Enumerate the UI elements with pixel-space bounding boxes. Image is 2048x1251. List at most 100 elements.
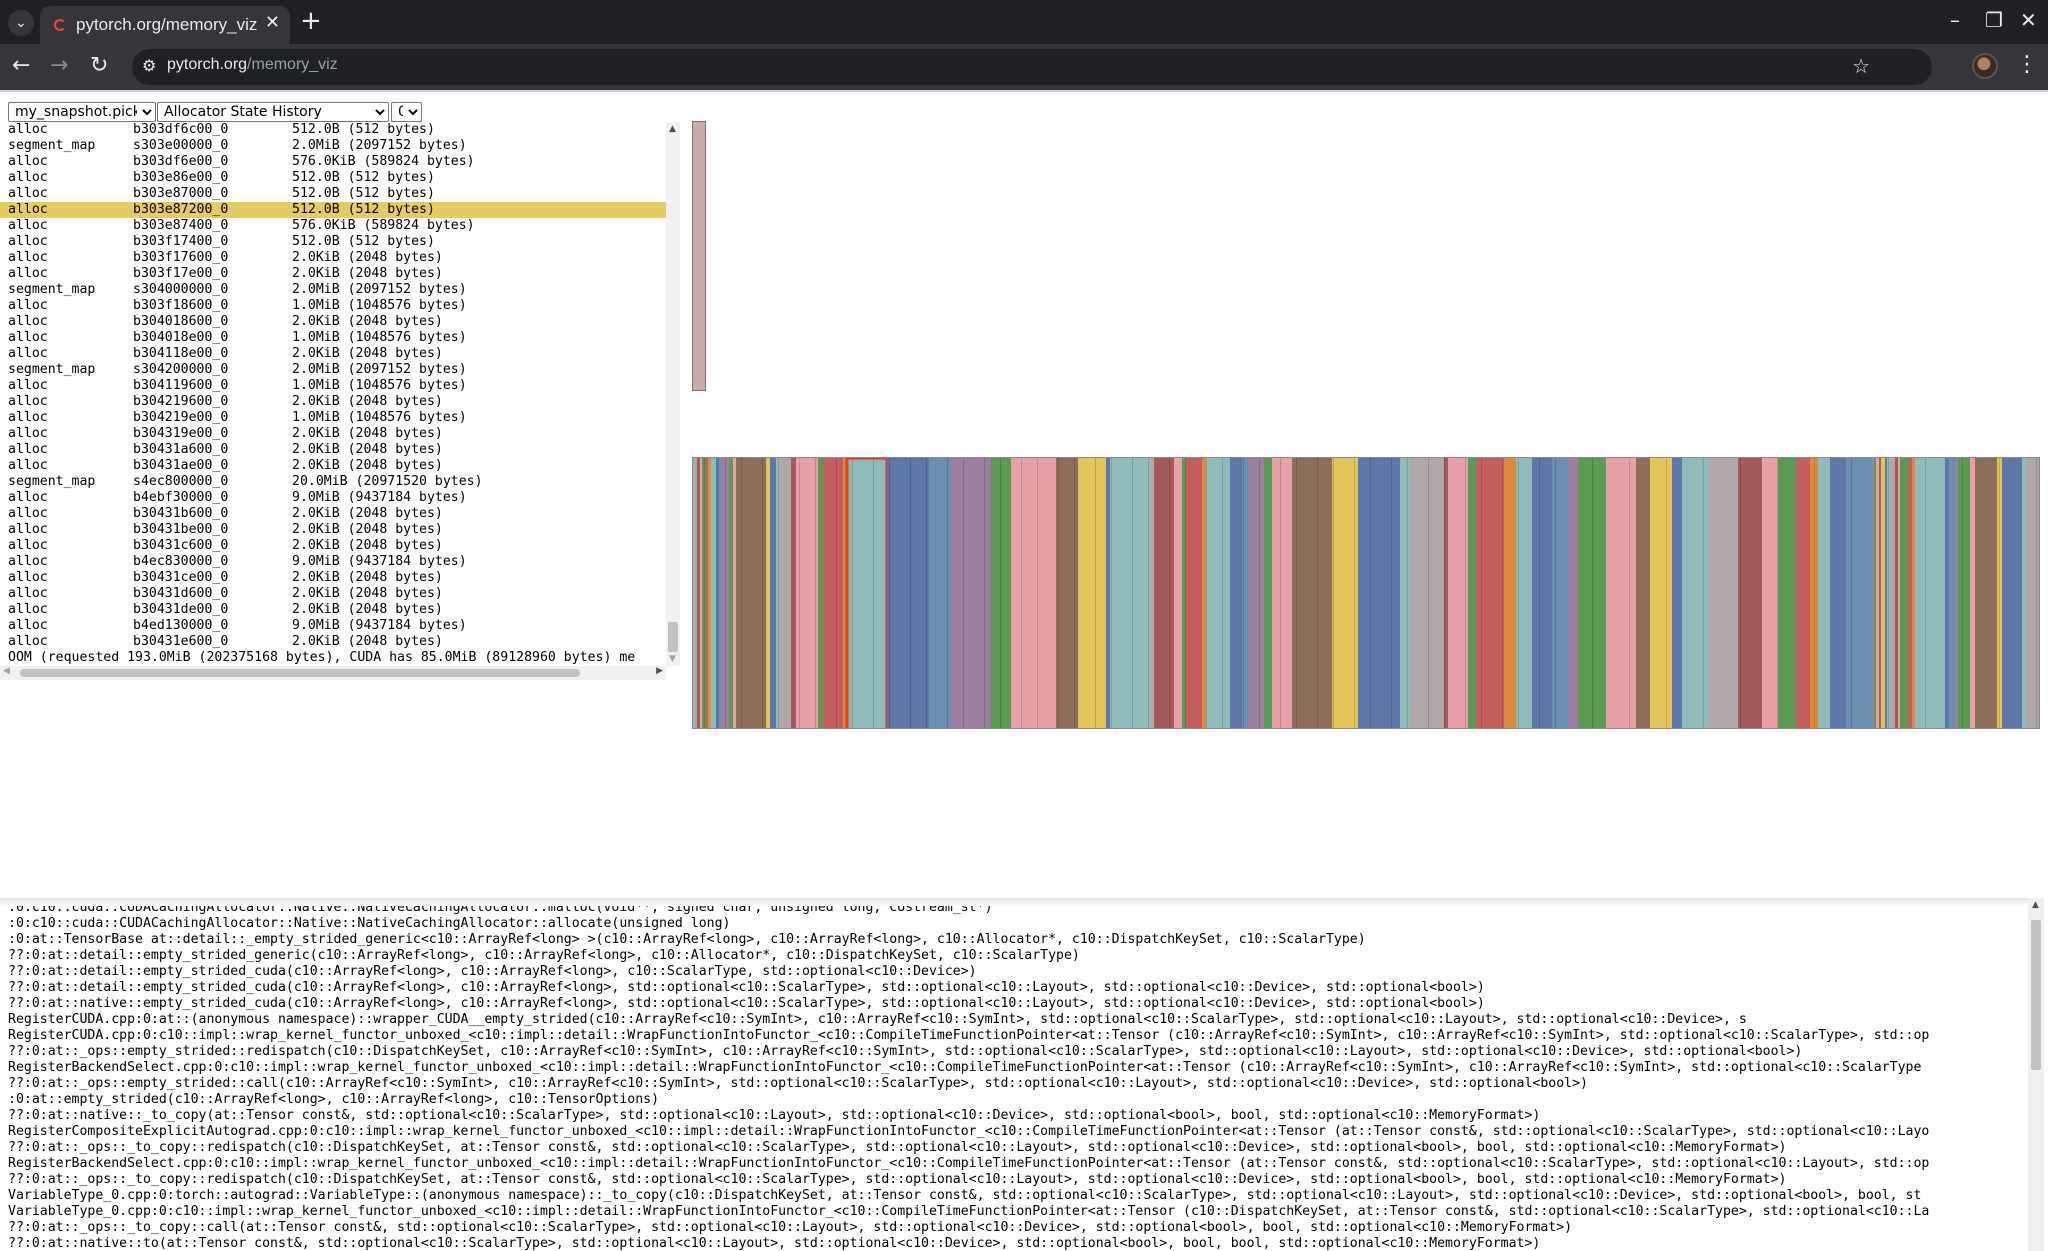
scroll-up-icon[interactable]: ▲ <box>669 124 676 134</box>
scroll-up-icon[interactable]: ▲ <box>2032 900 2039 910</box>
memory-block[interactable] <box>1708 458 1738 729</box>
event-row[interactable]: alloc b303f18600_0 1.0MiB (1048576 bytes) <box>0 298 666 314</box>
reload-icon[interactable]: ↻ <box>90 53 108 78</box>
segment-blocks-svg[interactable] <box>693 458 2040 729</box>
memory-block[interactable] <box>1532 458 1552 729</box>
memory-block[interactable] <box>1202 458 1206 729</box>
memory-block[interactable] <box>1292 458 1332 729</box>
scrollbar-thumb[interactable] <box>668 622 678 652</box>
restore-icon[interactable]: ❐ <box>1985 8 2003 32</box>
memory-block[interactable] <box>1150 458 1154 729</box>
scroll-right-icon[interactable]: ▶ <box>656 666 663 676</box>
minimize-icon[interactable]: – <box>1950 8 1960 32</box>
memory-block[interactable] <box>708 458 711 729</box>
star-icon[interactable]: ☆ <box>1852 54 1870 78</box>
stack-trace[interactable]: :0:c10::cuda::CUDACachingAllocator::Nati… <box>0 898 2028 1251</box>
memory-block[interactable] <box>719 458 721 729</box>
memory-block[interactable] <box>695 458 697 729</box>
event-row[interactable]: alloc b303e87400_0 576.0KiB (589824 bytes) <box>0 218 666 234</box>
memory-block[interactable] <box>1762 458 1778 729</box>
memory-block[interactable] <box>1738 458 1762 729</box>
memory-block[interactable] <box>733 458 736 729</box>
memory-block[interactable] <box>693 458 695 729</box>
segment-visualization[interactable] <box>692 457 2040 729</box>
memory-block[interactable] <box>1552 458 1568 729</box>
snapshot-select[interactable]: my_snapshot.pickle <box>8 102 156 122</box>
event-list-horizontal-scrollbar[interactable]: ◀ ▶ <box>0 666 666 680</box>
memory-block[interactable] <box>1242 458 1248 729</box>
memory-block[interactable] <box>791 458 796 729</box>
memory-block[interactable] <box>1955 458 1958 729</box>
memory-block[interactable] <box>1400 458 1410 729</box>
address-bar[interactable]: ⚙ pytorch.org/memory_viz ☆ <box>132 49 1932 85</box>
memory-block[interactable] <box>1958 458 1970 729</box>
memory-block[interactable] <box>1778 458 1796 729</box>
memory-block[interactable] <box>1830 458 1846 729</box>
memory-block[interactable] <box>2002 458 2022 729</box>
memory-block[interactable] <box>2022 458 2026 729</box>
event-row[interactable]: alloc b303f17400_0 512.0B (512 bytes) <box>0 234 666 250</box>
event-row[interactable]: alloc b303e87000_0 512.0B (512 bytes) <box>0 186 666 202</box>
tune-icon[interactable]: ⚙ <box>142 56 156 75</box>
memory-block[interactable] <box>1900 458 1908 729</box>
memory-block[interactable] <box>1796 458 1810 729</box>
event-row[interactable]: alloc b304118e00_0 2.0KiB (2048 bytes) <box>0 346 666 362</box>
avatar[interactable] <box>1972 53 1998 79</box>
memory-block[interactable] <box>1915 458 1945 729</box>
memory-block[interactable] <box>711 458 716 729</box>
event-row[interactable]: alloc b4ed130000_0 9.0MiB (9437184 bytes) <box>0 618 666 634</box>
event-row[interactable]: alloc b303e87200_0 512.0B (512 bytes) <box>0 202 666 218</box>
close-icon[interactable]: ✕ <box>265 12 280 33</box>
memory-block[interactable] <box>1975 458 1997 729</box>
memory-block[interactable] <box>1881 458 1885 729</box>
memory-block[interactable] <box>1682 458 1708 729</box>
event-row[interactable]: alloc b30431e600_0 2.0KiB (2048 bytes) <box>0 634 666 650</box>
memory-block[interactable] <box>716 458 719 729</box>
memory-block[interactable] <box>1890 458 1895 729</box>
event-row[interactable]: segment_map s303e00000_0 2.0MiB (2097152 b… <box>0 138 666 154</box>
memory-block[interactable] <box>1846 458 1872 729</box>
arrow-right-icon[interactable]: → <box>50 53 68 78</box>
memory-block[interactable] <box>1174 458 1182 729</box>
memory-block[interactable] <box>1949 458 1955 729</box>
device-select[interactable]: 0 <box>391 102 422 122</box>
stack-trace-scrollbar[interactable]: ▲ <box>2028 898 2044 1251</box>
memory-block[interactable] <box>823 458 843 729</box>
event-row[interactable]: alloc b304319e00_0 2.0KiB (2048 bytes) <box>0 426 666 442</box>
memory-block[interactable] <box>1912 458 1915 729</box>
memory-block[interactable] <box>1568 458 1578 729</box>
memory-block[interactable] <box>1895 458 1898 729</box>
event-row[interactable]: alloc b4ec830000_0 9.0MiB (9437184 bytes) <box>0 554 666 570</box>
chevron-down-icon[interactable]: ⌄ <box>8 10 34 36</box>
memory-block[interactable] <box>729 458 733 729</box>
event-row[interactable]: alloc b304219600_0 2.0KiB (2048 bytes) <box>0 394 666 410</box>
event-row[interactable]: alloc b4ebf30000_0 9.0MiB (9437184 bytes) <box>0 490 666 506</box>
event-row[interactable]: alloc b303df6c00_0 512.0B (512 bytes) <box>0 122 666 138</box>
memory-block[interactable] <box>1606 458 1636 729</box>
memory-block[interactable] <box>1248 458 1264 729</box>
memory-block[interactable] <box>1504 458 1516 729</box>
memory-block[interactable] <box>736 458 766 729</box>
event-row[interactable]: alloc b303e86e00_0 512.0B (512 bytes) <box>0 170 666 186</box>
event-row[interactable]: alloc b303f17e00_0 2.0KiB (2048 bytes) <box>0 266 666 282</box>
memory-block[interactable] <box>700 458 702 729</box>
memory-block[interactable] <box>1358 458 1400 729</box>
memory-block[interactable] <box>1874 458 1876 729</box>
memory-block[interactable] <box>818 458 823 729</box>
memory-block[interactable] <box>1106 458 1110 729</box>
event-row[interactable]: alloc b304219e00_0 1.0MiB (1048576 bytes) <box>0 410 666 426</box>
memory-block[interactable] <box>1650 458 1672 729</box>
event-row[interactable]: alloc b304018600_0 2.0KiB (2048 bytes) <box>0 314 666 330</box>
event-list-vertical-scrollbar[interactable]: ▲ ▼ <box>666 122 680 666</box>
scrollbar-thumb[interactable] <box>20 669 580 677</box>
memory-block[interactable] <box>1908 458 1912 729</box>
memory-block[interactable] <box>779 458 791 729</box>
memory-block[interactable] <box>1186 458 1202 729</box>
small-segment-block[interactable] <box>692 121 706 391</box>
memory-block[interactable] <box>1945 458 1949 729</box>
scroll-down-icon[interactable]: ▼ <box>669 654 676 664</box>
event-row[interactable]: alloc b304119600_0 1.0MiB (1048576 bytes) <box>0 378 666 394</box>
memory-block[interactable] <box>1636 458 1650 729</box>
memory-block[interactable] <box>2026 458 2040 729</box>
event-row[interactable]: segment_map s4ec800000_0 20.0MiB (20971520… <box>0 474 666 490</box>
